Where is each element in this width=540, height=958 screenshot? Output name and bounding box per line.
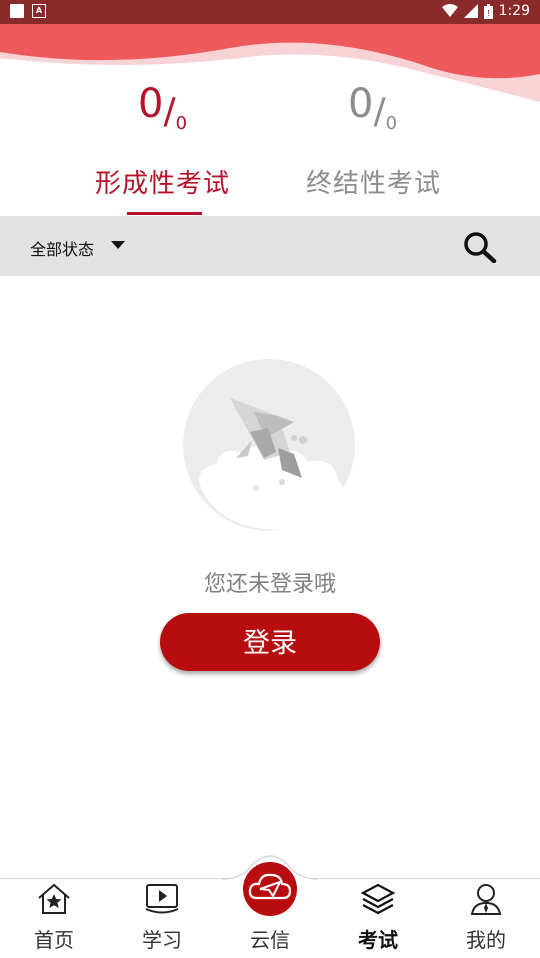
nav-label-study: 学习 (142, 928, 182, 952)
summative-score-total: 0 (385, 113, 398, 134)
summative-score: 0/0 (348, 81, 398, 134)
formative-score: 0/0 (138, 81, 188, 134)
nav-label-yunxin: 云信 (250, 928, 290, 952)
nav-item-study[interactable]: 学习 (108, 880, 216, 958)
status-filter-dropdown[interactable]: 全部状态 (30, 236, 94, 260)
rocket-illustration-icon (183, 359, 355, 531)
nav-item-home[interactable]: 首页 (0, 880, 108, 958)
video-book-icon (145, 884, 179, 914)
status-bar: A ! 1:29 (0, 0, 540, 24)
wifi-icon (441, 4, 458, 17)
caret-down-icon[interactable] (111, 241, 125, 249)
nav-label-mine: 我的 (466, 928, 506, 952)
notification-square-icon (10, 4, 24, 18)
tab-formative-exam[interactable]: 形成性考试 (95, 163, 230, 200)
filter-bar: 全部状态 (0, 216, 540, 276)
tab-indicator (127, 212, 202, 215)
battery-icon: ! (483, 3, 493, 19)
status-time: 1:29 (498, 3, 530, 19)
header-wave (0, 24, 540, 102)
signal-icon (463, 4, 478, 18)
user-icon (470, 884, 502, 915)
tab-summative-exam[interactable]: 终结性考试 (306, 163, 441, 200)
nav-item-exam[interactable]: 考试 (324, 880, 432, 958)
login-button[interactable]: 登录 (160, 613, 380, 671)
nav-item-mine[interactable]: 我的 (432, 880, 540, 958)
nav-label-exam: 考试 (358, 928, 398, 952)
notification-a-icon: A (32, 4, 46, 18)
nav-item-yunxin[interactable]: 云信 (216, 880, 324, 958)
not-logged-in-message: 您还未登录哦 (203, 572, 336, 597)
nav-label-home: 首页 (34, 928, 74, 952)
formative-score-total: 0 (175, 113, 188, 134)
formative-score-value: 0 (138, 81, 164, 127)
home-star-icon (38, 883, 70, 914)
svg-text:!: ! (486, 9, 489, 18)
layers-icon (360, 883, 396, 915)
search-icon[interactable] (463, 231, 497, 263)
summative-score-value: 0 (348, 81, 374, 127)
